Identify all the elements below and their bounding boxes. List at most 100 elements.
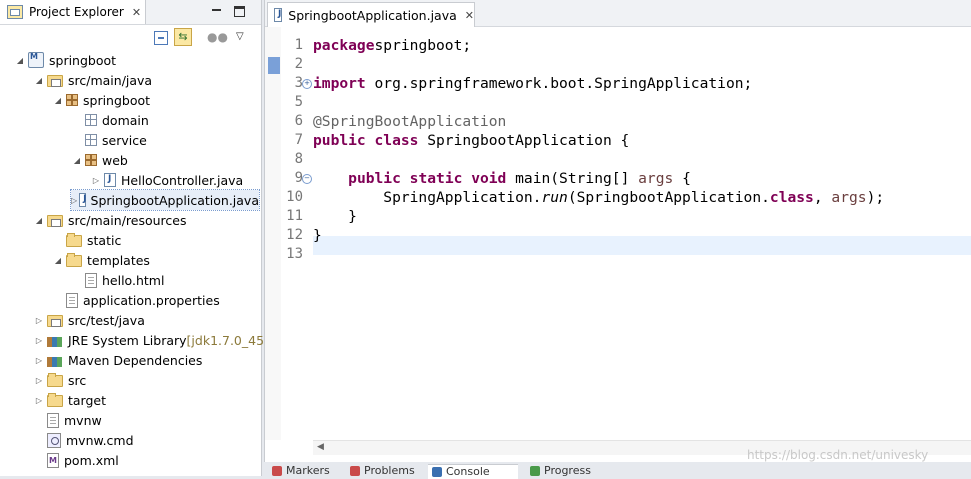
expanded-icon[interactable]: ◢: [33, 76, 45, 85]
tab-springboot-application[interactable]: SpringbootApplication.java ✕: [267, 2, 475, 27]
tree-item-label: domain: [102, 112, 149, 128]
collapsed-icon[interactable]: ▷: [33, 396, 45, 405]
tree-item-label: mvnw: [64, 412, 102, 428]
folder-icon: [47, 373, 63, 387]
tree-item[interactable]: mvnw.cmd: [33, 430, 134, 450]
line-number: 8: [294, 151, 303, 167]
collapsed-icon[interactable]: ▷: [90, 176, 102, 185]
cmd-file-icon: [47, 432, 61, 448]
code-editor[interactable]: packagespringboot; import org.springframe…: [313, 27, 971, 440]
tree-item[interactable]: ◢ web: [71, 150, 128, 170]
code-token: springboot;: [374, 37, 472, 54]
code-token: (SpringbootApplication.: [567, 189, 770, 206]
code-token: }: [313, 208, 357, 225]
tree-item-label: application.properties: [83, 292, 220, 308]
file-icon: [47, 412, 59, 428]
collapsed-icon[interactable]: ▷: [33, 376, 45, 385]
tree-item-decoration: [jdk1.7.0_45]: [186, 332, 269, 348]
tree-item[interactable]: ▷ JRE System Library [jdk1.7.0_45]: [33, 330, 269, 350]
file-icon: [66, 292, 78, 308]
java-file-icon: [274, 8, 283, 22]
tree-item-label: src/main/resources: [68, 212, 187, 228]
file-icon: [85, 272, 97, 288]
code-line: packagespringboot;: [313, 36, 471, 55]
fold-collapse-icon[interactable]: −: [302, 174, 312, 184]
tree-item[interactable]: ▷ src/test/java: [33, 310, 145, 330]
expanded-icon[interactable]: ◢: [14, 56, 26, 65]
tree-item-label: JRE System Library: [68, 332, 187, 348]
collapsed-icon[interactable]: ▷: [33, 316, 45, 325]
filter-icon[interactable]: ●●: [207, 30, 228, 46]
collapsed-icon[interactable]: ▷: [33, 356, 45, 365]
tree-item-label: pom.xml: [64, 452, 119, 468]
scroll-left-icon[interactable]: ◀: [317, 442, 324, 452]
tree-item[interactable]: ▷ SpringbootApplication.java: [70, 189, 260, 211]
tree-item[interactable]: ◢ src/main/java: [33, 70, 152, 90]
tree-item[interactable]: ◢ springboot: [52, 90, 150, 110]
code-line: @SpringBootApplication: [313, 112, 506, 131]
tree-item[interactable]: mvnw: [33, 410, 102, 430]
tree-item[interactable]: ◢ templates: [52, 250, 150, 270]
tree-item[interactable]: hello.html: [71, 270, 164, 290]
java-file-icon: [79, 193, 87, 207]
tree-item[interactable]: pom.xml: [33, 450, 119, 470]
expanded-icon[interactable]: ◢: [52, 256, 64, 265]
line-number: 2: [294, 56, 303, 72]
tree-item[interactable]: domain: [71, 110, 149, 130]
code-token: class: [374, 132, 419, 149]
editor-tab-label: SpringbootApplication.java: [288, 7, 457, 23]
fold-expand-icon[interactable]: +: [302, 79, 312, 89]
tree-item[interactable]: static: [52, 230, 121, 250]
link-with-editor-icon[interactable]: ⇆: [174, 28, 192, 46]
code-token: package: [313, 37, 375, 54]
line-number: 1: [294, 37, 303, 53]
maximize-icon[interactable]: [234, 6, 245, 17]
tree-item[interactable]: ▷ Maven Dependencies: [33, 350, 202, 370]
tree-item[interactable]: ◢ src/main/resources: [33, 210, 187, 230]
tab-project-explorer[interactable]: Project Explorer ✕: [0, 0, 146, 24]
tree-item[interactable]: application.properties: [52, 290, 220, 310]
folder-icon: [66, 233, 82, 247]
close-icon[interactable]: ✕: [132, 6, 141, 19]
bottom-tab-label: Markers: [286, 464, 330, 477]
bottom-tab-console[interactable]: Console: [428, 464, 518, 479]
collapsed-icon[interactable]: ▷: [71, 196, 77, 205]
close-icon[interactable]: ✕: [465, 9, 474, 22]
line-number: 3: [294, 75, 303, 91]
tree-item-label: src/main/java: [68, 72, 153, 88]
tree-item[interactable]: ▷ HelloController.java: [90, 170, 243, 190]
folder-icon: [47, 393, 63, 407]
java-file-icon: [104, 173, 116, 187]
tree-item[interactable]: service: [71, 130, 147, 150]
tree-item-label: SpringbootApplication.java: [90, 192, 259, 208]
code-line: public static void main(String[] args {: [313, 169, 691, 188]
expanded-icon[interactable]: ◢: [33, 216, 45, 225]
code-line: import org.springframework.boot.SpringAp…: [313, 74, 752, 93]
collapsed-icon[interactable]: ▷: [33, 336, 45, 345]
package-icon: [66, 94, 78, 106]
code-token: ,: [813, 189, 832, 206]
minimize-icon[interactable]: [211, 5, 222, 16]
expanded-icon[interactable]: ◢: [71, 156, 83, 165]
collapse-all-icon[interactable]: [154, 31, 168, 45]
tree-item[interactable]: ◢ springboot: [14, 50, 116, 70]
package-icon: [85, 154, 97, 166]
bottom-tab-label: Problems: [364, 464, 415, 477]
tree-item[interactable]: ▷ src: [33, 370, 86, 390]
code-token: main(String[]: [506, 170, 639, 187]
code-token: args: [638, 170, 674, 187]
line-number: 5: [294, 94, 303, 110]
folder-icon: [66, 253, 82, 267]
editor-panel: SpringbootApplication.java ✕ 123+56789−1…: [264, 0, 971, 462]
code-token: import: [313, 75, 366, 92]
code-token: SpringbootApplication {: [418, 132, 630, 149]
code-token: org.springframework.boot.SpringApplicati…: [365, 75, 753, 92]
tree-item[interactable]: ▷ target: [33, 390, 106, 410]
expanded-icon[interactable]: ◢: [52, 96, 64, 105]
tree-item-label: HelloController.java: [121, 172, 244, 188]
code-line: public class SpringbootApplication {: [313, 131, 629, 150]
view-menu-icon[interactable]: ▽: [236, 31, 252, 47]
